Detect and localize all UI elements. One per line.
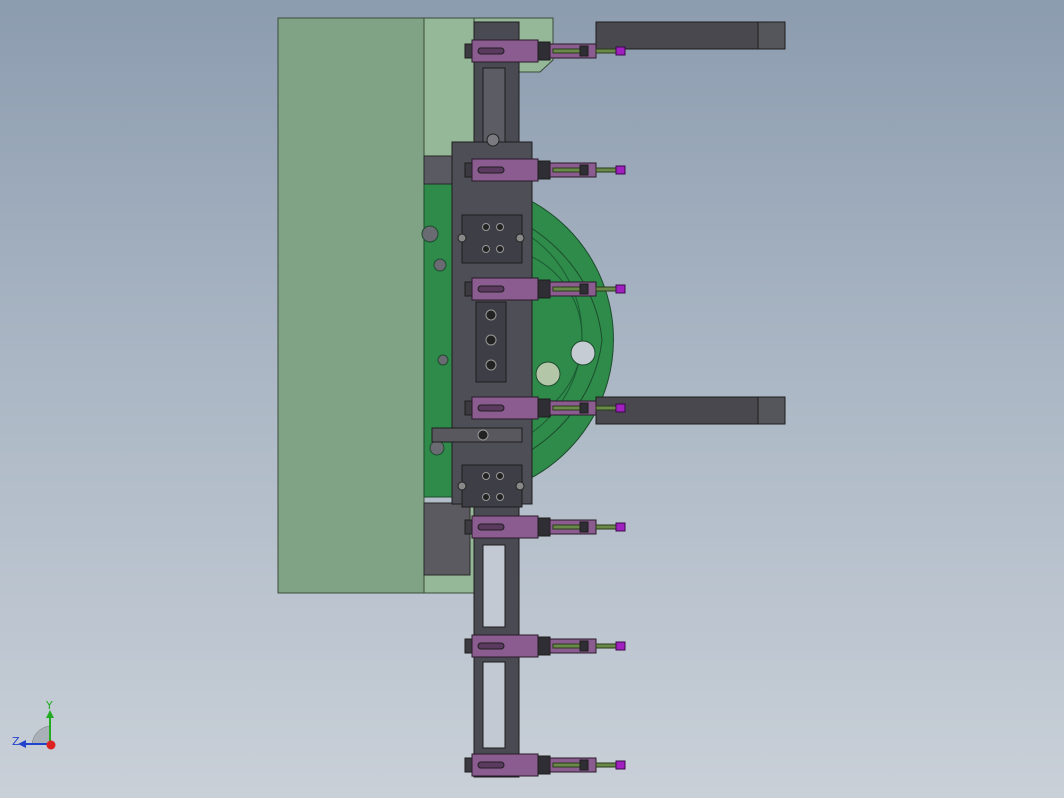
clamp-tip: [615, 46, 626, 56]
clamp-collar: [579, 640, 589, 652]
clamp-slot: [477, 47, 505, 55]
graphics-viewport[interactable]: Y Z: [0, 0, 1064, 798]
clamp-nut: [537, 636, 551, 656]
triad-z-label: Z: [12, 735, 20, 748]
clamp-tip: [615, 522, 626, 532]
clamp-rod: [552, 48, 582, 54]
clamp-tip: [615, 641, 626, 651]
clamp-slot: [477, 166, 505, 174]
clamp-2[interactable]: [464, 158, 626, 182]
clamp-slot: [477, 642, 505, 650]
clamp-rod: [552, 405, 582, 411]
orientation-triad: [18, 710, 56, 750]
clamp-5[interactable]: [464, 515, 626, 539]
flange-hole: [433, 258, 447, 272]
clamp-pin: [595, 762, 619, 768]
clamp-pin: [595, 643, 619, 649]
clamp-tip: [615, 760, 626, 770]
clamp-pin: [595, 405, 619, 411]
flange-hole: [437, 354, 449, 366]
x-axis-dot-icon: [46, 740, 56, 750]
clamp-7[interactable]: [464, 753, 626, 777]
clamp-nut: [537, 279, 551, 299]
clamp-slot: [477, 761, 505, 769]
clamp-collar: [579, 521, 589, 533]
clamp-collar: [579, 164, 589, 176]
clamp-nut: [537, 755, 551, 775]
clamp-rod: [552, 762, 582, 768]
clamp-tip: [615, 403, 626, 413]
clamp-collar: [579, 45, 589, 57]
clamp-rod: [552, 643, 582, 649]
clamp-rod: [552, 167, 582, 173]
clamp-pin: [595, 48, 619, 54]
flange-hole: [421, 225, 439, 243]
clamp-collar: [579, 283, 589, 295]
housing-lower-dark[interactable]: [423, 502, 471, 576]
triad-plane: [31, 725, 51, 745]
housing-plate[interactable]: [277, 17, 425, 594]
clamp-nut: [537, 41, 551, 61]
clamp-slot: [477, 404, 505, 412]
flange-hole: [535, 361, 561, 387]
housing-upper-strip[interactable]: [423, 17, 475, 157]
flange-hole: [429, 440, 445, 456]
clamp-nut: [537, 160, 551, 180]
flange-top-block[interactable]: [423, 155, 457, 185]
triad-y-label: Y: [46, 699, 53, 712]
clamp-nut: [537, 398, 551, 418]
clamp-collar: [579, 402, 589, 414]
clamp-nut: [537, 517, 551, 537]
flange-hole: [570, 340, 596, 366]
clamp-rod: [552, 524, 582, 530]
clamp-pin: [595, 286, 619, 292]
upper-arm[interactable]: [595, 21, 786, 50]
clamp-collar: [579, 759, 589, 771]
clamp-pin: [595, 524, 619, 530]
clamp-pin: [595, 167, 619, 173]
clamp-slot: [477, 523, 505, 531]
model-view[interactable]: [0, 0, 1064, 798]
clamp-tip: [615, 165, 626, 175]
clamp-rod: [552, 286, 582, 292]
clamp-slot: [477, 285, 505, 293]
clamp-tip: [615, 284, 626, 294]
clamp-6[interactable]: [464, 634, 626, 658]
